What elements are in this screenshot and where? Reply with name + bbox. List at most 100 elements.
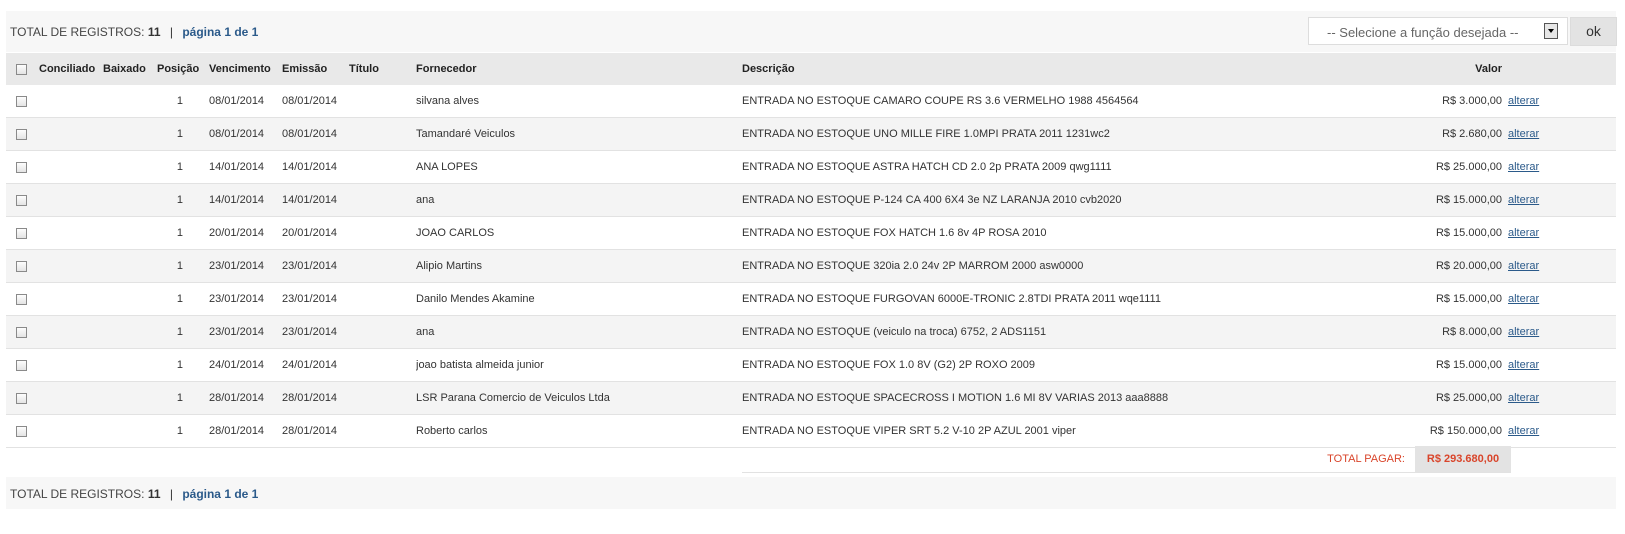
- row-checkbox[interactable]: [16, 425, 27, 437]
- table-row: 1 28/01/2014 28/01/2014 Roberto carlos E…: [6, 414, 1616, 448]
- pagination-separator: |: [169, 25, 173, 39]
- vencimento-link[interactable]: 08/01/2014: [209, 117, 282, 151]
- emissao-cell: 08/01/2014: [282, 117, 349, 151]
- row-checkbox[interactable]: [16, 293, 27, 305]
- vencimento-link[interactable]: 08/01/2014: [209, 85, 282, 118]
- alterar-link[interactable]: alterar: [1508, 392, 1539, 404]
- total-records-label: TOTAL DE REGISTROS:: [10, 25, 145, 39]
- alterar-link[interactable]: alterar: [1508, 359, 1539, 371]
- alterar-link[interactable]: alterar: [1508, 326, 1539, 338]
- records-summary-top: TOTAL DE REGISTROS: 11 | página 1 de 1: [10, 25, 258, 39]
- baixado-cell: [103, 249, 157, 283]
- header-emissao[interactable]: Emissão: [282, 53, 349, 85]
- vencimento-link[interactable]: 23/01/2014: [209, 249, 282, 283]
- table-row: 1 14/01/2014 14/01/2014 ana ENTRADA NO E…: [6, 183, 1616, 217]
- ok-button[interactable]: ok: [1570, 17, 1617, 46]
- vencimento-link[interactable]: 24/01/2014: [209, 348, 282, 382]
- posicao-cell: 1: [157, 414, 209, 448]
- descricao-cell: ENTRADA NO ESTOQUE P-124 CA 400 6X4 3e N…: [742, 183, 1410, 217]
- table-row: 1 20/01/2014 20/01/2014 JOAO CARLOS ENTR…: [6, 216, 1616, 250]
- row-checkbox[interactable]: [16, 227, 27, 239]
- function-select[interactable]: -- Selecione a função desejada --: [1308, 17, 1568, 45]
- valor-cell: R$ 15.000,00: [1410, 348, 1508, 382]
- emissao-cell: 23/01/2014: [282, 315, 349, 349]
- alterar-link[interactable]: alterar: [1508, 95, 1539, 107]
- posicao-cell: 1: [157, 85, 209, 118]
- baixado-cell: [103, 315, 157, 349]
- fornecedor-cell: Tamandaré Veiculos: [416, 117, 742, 151]
- row-checkbox[interactable]: [16, 95, 27, 107]
- alterar-cell: alterar: [1508, 414, 1616, 448]
- alterar-link[interactable]: alterar: [1508, 293, 1539, 305]
- header-conciliado[interactable]: Conciliado: [39, 53, 103, 85]
- row-checkbox[interactable]: [16, 359, 27, 371]
- records-summary-bottom: TOTAL DE REGISTROS: 11 | página 1 de 1: [10, 487, 258, 501]
- valor-cell: R$ 150.000,00: [1410, 414, 1508, 448]
- conciliado-cell: [39, 414, 103, 448]
- alterar-link[interactable]: alterar: [1508, 425, 1539, 437]
- vencimento-link[interactable]: 14/01/2014: [209, 150, 282, 184]
- valor-cell: R$ 3.000,00: [1410, 85, 1508, 118]
- total-pagar-label: TOTAL PAGAR:: [1327, 453, 1405, 465]
- fornecedor-cell: Roberto carlos: [416, 414, 742, 448]
- page: TOTAL DE REGISTROS: 11 | página 1 de 1 -…: [0, 0, 1625, 534]
- row-checkbox[interactable]: [16, 194, 27, 206]
- vencimento-link[interactable]: 23/01/2014: [209, 282, 282, 316]
- conciliado-cell: [39, 216, 103, 250]
- row-select-cell: [6, 381, 39, 415]
- baixado-cell: [103, 150, 157, 184]
- alterar-link[interactable]: alterar: [1508, 128, 1539, 140]
- titulo-cell: [349, 381, 416, 415]
- table-row: 1 08/01/2014 08/01/2014 Tamandaré Veicul…: [6, 117, 1616, 151]
- fornecedor-cell: silvana alves: [416, 85, 742, 118]
- emissao-cell: 14/01/2014: [282, 183, 349, 217]
- titulo-cell: [349, 85, 416, 118]
- header-vencimento[interactable]: Vencimento: [209, 53, 282, 85]
- emissao-cell: 20/01/2014: [282, 216, 349, 250]
- row-checkbox[interactable]: [16, 326, 27, 338]
- vencimento-link[interactable]: 14/01/2014: [209, 183, 282, 217]
- alterar-cell: alterar: [1508, 183, 1616, 217]
- row-checkbox[interactable]: [16, 128, 27, 140]
- vencimento-link[interactable]: 28/01/2014: [209, 381, 282, 415]
- vencimento-link[interactable]: 20/01/2014: [209, 216, 282, 250]
- header-descricao[interactable]: Descrição: [742, 53, 1410, 85]
- header-posicao[interactable]: Posição: [157, 53, 209, 85]
- alterar-link[interactable]: alterar: [1508, 194, 1539, 206]
- row-select-cell: [6, 150, 39, 184]
- total-records-count: 11: [147, 487, 161, 501]
- descricao-cell: ENTRADA NO ESTOQUE UNO MILLE FIRE 1.0MPI…: [742, 117, 1410, 151]
- valor-cell: R$ 15.000,00: [1410, 183, 1508, 217]
- valor-cell: R$ 20.000,00: [1410, 249, 1508, 283]
- page-indicator-link[interactable]: página 1 de 1: [182, 487, 258, 501]
- baixado-cell: [103, 117, 157, 151]
- alterar-link[interactable]: alterar: [1508, 227, 1539, 239]
- posicao-cell: 1: [157, 249, 209, 283]
- conciliado-cell: [39, 381, 103, 415]
- vencimento-link[interactable]: 28/01/2014: [209, 414, 282, 448]
- row-checkbox[interactable]: [16, 392, 27, 404]
- row-checkbox[interactable]: [16, 161, 27, 173]
- header-titulo[interactable]: Título: [349, 53, 416, 85]
- dropdown-arrow-icon[interactable]: [1544, 23, 1558, 39]
- emissao-cell: 23/01/2014: [282, 282, 349, 316]
- vencimento-link[interactable]: 23/01/2014: [209, 315, 282, 349]
- valor-cell: R$ 2.680,00: [1410, 117, 1508, 151]
- select-all-checkbox[interactable]: [16, 63, 27, 75]
- alterar-link[interactable]: alterar: [1508, 161, 1539, 173]
- header-fornecedor[interactable]: Fornecedor: [416, 53, 742, 85]
- row-checkbox[interactable]: [16, 260, 27, 272]
- header-valor[interactable]: Valor: [1410, 53, 1508, 85]
- alterar-link[interactable]: alterar: [1508, 260, 1539, 272]
- header-actions: [1508, 53, 1616, 85]
- fornecedor-cell: ana: [416, 183, 742, 217]
- posicao-cell: 1: [157, 348, 209, 382]
- alterar-cell: alterar: [1508, 117, 1616, 151]
- posicao-cell: 1: [157, 150, 209, 184]
- conciliado-cell: [39, 315, 103, 349]
- alterar-cell: alterar: [1508, 150, 1616, 184]
- table-row: 1 24/01/2014 24/01/2014 joao batista alm…: [6, 348, 1616, 382]
- posicao-cell: 1: [157, 183, 209, 217]
- header-baixado[interactable]: Baixado: [103, 53, 157, 85]
- page-indicator-link[interactable]: página 1 de 1: [182, 25, 258, 39]
